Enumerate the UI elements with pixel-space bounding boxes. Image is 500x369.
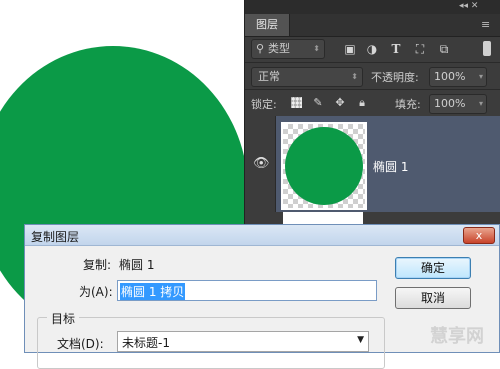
thumbnail-ellipse xyxy=(285,127,363,205)
target-group-label: 目标 xyxy=(47,310,80,327)
updown-caret-icon: ⬍ xyxy=(313,44,320,53)
dialog-titlebar[interactable]: 复制图层 x xyxy=(25,225,499,246)
shape-filter-icon[interactable]: ⛶ xyxy=(413,42,427,56)
layer-row[interactable]: 👁︎ 椭圆 1 xyxy=(245,116,500,212)
opacity-field[interactable]: 100% ▾ xyxy=(429,67,487,87)
panel-tab-bar: 图层 ≡ xyxy=(245,14,500,37)
layers-panel: ◂◂ ✕ 图层 ≡ ⚲ 类型 ⬍ ▣ ◑ T ⛶ ⧉ 正常 ⬍ 不透明度: 10… xyxy=(244,0,500,230)
new-layer-name-text: 椭圆 1 拷贝 xyxy=(120,283,186,300)
blend-mode-value: 正常 xyxy=(258,70,280,83)
document-select-value: 未标题-1 xyxy=(122,336,170,350)
lock-label: 锁定: xyxy=(251,98,277,111)
image-filter-icon[interactable]: ▣ xyxy=(343,42,357,56)
lock-all-icon[interactable]: 🔒︎ xyxy=(355,96,369,110)
document-select[interactable]: 未标题-1 ▼ xyxy=(117,331,369,352)
adjustment-filter-icon[interactable]: ◑ xyxy=(365,42,379,56)
filter-kind-label: 类型 xyxy=(268,42,290,55)
lock-transparent-pixels-icon[interactable] xyxy=(291,97,302,108)
blend-mode-select[interactable]: 正常 ⬍ xyxy=(251,67,363,87)
lock-position-icon[interactable]: ✥ xyxy=(333,96,347,110)
fill-field[interactable]: 100% ▾ xyxy=(429,94,487,114)
dropdown-caret-icon[interactable]: ▾ xyxy=(479,95,483,113)
updown-caret-icon: ⬍ xyxy=(351,72,358,81)
ok-button[interactable]: 确定 xyxy=(395,257,471,279)
panel-top-strip: ◂◂ ✕ xyxy=(245,0,500,14)
menu-lines-icon[interactable]: ≡ xyxy=(481,18,490,31)
close-button[interactable]: x xyxy=(463,227,495,244)
type-filter-icon[interactable]: T xyxy=(389,42,403,56)
duplicate-source-value: 椭圆 1 xyxy=(119,258,155,272)
collapse-panels-icon[interactable]: ◂◂ ✕ xyxy=(459,1,478,11)
blend-row: 正常 ⬍ 不透明度: 100% ▾ xyxy=(245,62,500,89)
filter-kind-select[interactable]: ⚲ 类型 ⬍ xyxy=(251,39,325,59)
opacity-label: 不透明度: xyxy=(371,71,419,84)
duplicate-layer-dialog: 复制图层 x 复制: 椭圆 1 为(A): 椭圆 1 拷贝 目标 文档(D): … xyxy=(24,224,500,369)
as-label: 为(A): xyxy=(79,285,113,299)
smart-object-filter-icon[interactable]: ⧉ xyxy=(437,42,451,56)
lock-image-pixels-icon[interactable]: ✎ xyxy=(311,96,325,110)
chevron-down-icon[interactable]: ▼ xyxy=(357,335,364,345)
layer-filter-row: ⚲ 类型 ⬍ ▣ ◑ T ⛶ ⧉ xyxy=(245,37,500,61)
eye-icon[interactable]: 👁︎ xyxy=(253,156,270,171)
tab-layers[interactable]: 图层 xyxy=(245,14,290,36)
search-icon: ⚲ xyxy=(256,42,265,55)
document-label: 文档(D): xyxy=(57,337,104,351)
dropdown-caret-icon[interactable]: ▾ xyxy=(479,68,483,86)
fill-value: 100% xyxy=(434,97,466,110)
new-layer-name-input[interactable]: 椭圆 1 拷贝 xyxy=(117,280,377,301)
filter-toggle-switch[interactable] xyxy=(483,41,491,56)
duplicate-label: 复制: xyxy=(83,258,112,272)
opacity-value: 100% xyxy=(434,70,466,83)
lock-row: 锁定: ✎ ✥ 🔒︎ 填充: 100% ▾ xyxy=(245,89,500,117)
dialog-title: 复制图层 xyxy=(31,230,80,244)
cancel-button[interactable]: 取消 xyxy=(395,287,471,309)
fill-label: 填充: xyxy=(395,98,421,111)
visibility-gutter[interactable]: 👁︎ xyxy=(245,116,276,212)
layer-thumbnail[interactable] xyxy=(281,122,367,210)
watermark-text: 慧享网 xyxy=(430,326,484,347)
layer-name[interactable]: 椭圆 1 xyxy=(373,158,408,175)
